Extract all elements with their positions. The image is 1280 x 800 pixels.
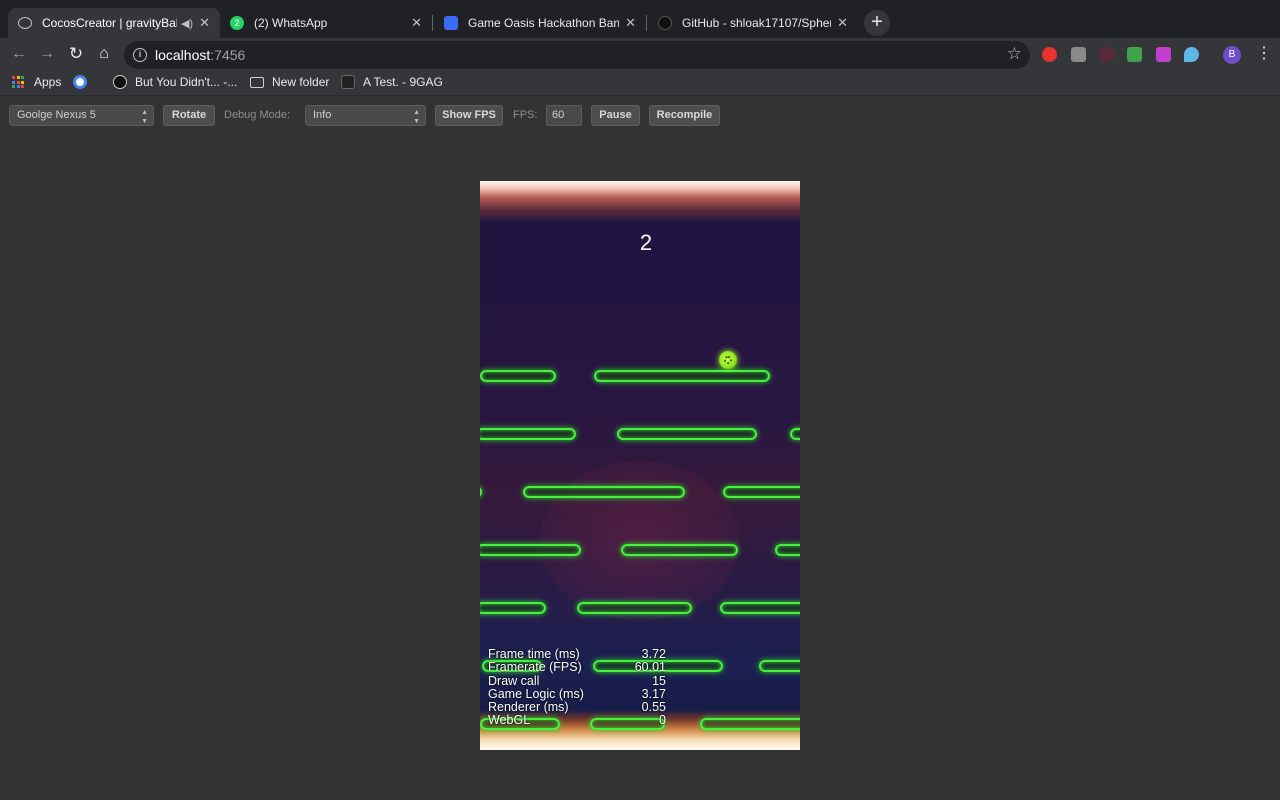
forward-button[interactable]: → <box>37 44 57 64</box>
9gag-icon <box>341 75 355 89</box>
close-icon[interactable]: ✕ <box>625 15 636 31</box>
fps-label: FPS: <box>513 109 538 121</box>
info-icon[interactable]: i <box>133 48 147 62</box>
whatsapp-icon: 2 <box>230 16 244 30</box>
fps-input[interactable]: 60 <box>546 105 582 126</box>
bookmark-google[interactable] <box>73 75 95 89</box>
game-canvas[interactable]: 2 Frame time (ms) 3.72 Framerate (FPS) 60.… <box>480 181 800 750</box>
platform <box>720 602 800 614</box>
tab-title: CocosCreator | gravityBall <box>42 16 177 30</box>
tab-separator <box>646 15 647 31</box>
bookmarks-bar: Apps But You Didn't... -... New folder A… <box>0 70 1280 96</box>
home-button[interactable]: ⌂ <box>94 44 114 64</box>
debug-mode-select[interactable]: Info ▲ ▼ <box>305 105 426 126</box>
back-button[interactable]: ← <box>9 44 29 64</box>
tab-separator <box>432 15 433 31</box>
site-icon <box>113 75 127 89</box>
platform <box>480 428 576 440</box>
extension-k-icon[interactable] <box>1099 47 1114 62</box>
stat-row: WebGL 0 <box>488 713 666 728</box>
rotate-button[interactable]: Rotate <box>163 105 215 126</box>
bookmark-apps[interactable]: Apps <box>12 75 61 89</box>
close-icon[interactable]: ✕ <box>411 15 422 31</box>
platform <box>480 602 546 614</box>
url-text[interactable]: localhost:7456 <box>155 47 245 63</box>
stat-row: Framerate (FPS) 60.01 <box>488 660 666 675</box>
tab-strip: CocosCreator | gravityBall ◀) ✕ 2 (2) Wh… <box>0 0 1280 38</box>
cocos-icon <box>18 17 32 29</box>
close-icon[interactable]: ✕ <box>199 15 210 31</box>
bookmark-but-you-didnt[interactable]: But You Didn't... -... <box>113 75 237 89</box>
debug-stats-panel: Frame time (ms) 3.72 Framerate (FPS) 60.01… <box>488 647 668 728</box>
extension-d-icon[interactable] <box>1156 47 1171 62</box>
bookmark-star-icon[interactable]: ☆ <box>1007 44 1022 64</box>
platform <box>577 602 692 614</box>
tab-title: GitHub - shloak17107/Sphere-l <box>682 16 832 30</box>
bookmark-new-folder[interactable]: New folder <box>250 75 329 89</box>
platform <box>775 544 800 556</box>
bookmark-9gag[interactable]: A Test. - 9GAG <box>341 75 443 89</box>
pause-button[interactable]: Pause <box>591 105 640 126</box>
cocos-preview-toolbar: Goolge Nexus 5 ▲ ▼ Rotate Debug Mode: Inf… <box>0 96 1280 136</box>
tab-title: Game Oasis Hackathon Bangal <box>468 16 620 30</box>
tab-github[interactable]: GitHub - shloak17107/Sphere-l ✕ <box>648 8 858 38</box>
select-arrows-icon: ▲ ▼ <box>141 109 148 125</box>
tab-title: (2) WhatsApp <box>254 16 328 30</box>
player-ball <box>719 351 737 369</box>
github-icon <box>658 16 672 30</box>
platform <box>700 718 800 730</box>
platform <box>480 486 482 498</box>
score-label: 2 <box>639 230 653 255</box>
apps-grid-icon <box>12 76 24 88</box>
google-icon <box>73 75 87 89</box>
platform <box>759 660 800 672</box>
speaker-icon[interactable]: ◀) <box>181 17 193 30</box>
extension-icon[interactable] <box>1071 47 1086 62</box>
stat-row: Draw call 15 <box>488 673 666 688</box>
tab-game-oasis[interactable]: Game Oasis Hackathon Bangal ✕ <box>434 8 646 38</box>
droplet-extension-icon[interactable] <box>1184 47 1199 62</box>
new-tab-button[interactable]: + <box>864 10 890 36</box>
platform <box>621 544 738 556</box>
recompile-button[interactable]: Recompile <box>649 105 720 126</box>
background-glow <box>540 461 740 621</box>
platform <box>594 370 770 382</box>
platform <box>617 428 757 440</box>
platform <box>790 428 800 440</box>
top-fire-hazard <box>480 181 800 223</box>
platform <box>523 486 685 498</box>
platform <box>480 544 581 556</box>
bookmark-blue-icon <box>444 16 458 30</box>
mail-extension-icon[interactable] <box>1127 47 1142 62</box>
adblock-extension-icon[interactable] <box>1042 47 1057 62</box>
show-fps-button[interactable]: Show FPS <box>435 105 503 126</box>
close-icon[interactable]: ✕ <box>837 15 848 31</box>
kebab-menu-icon[interactable]: ⋮ <box>1256 45 1272 63</box>
tab-cocoscreator[interactable]: CocosCreator | gravityBall ◀) ✕ <box>8 8 220 38</box>
folder-icon <box>250 76 264 88</box>
reload-button[interactable]: ↻ <box>66 44 86 64</box>
tab-whatsapp[interactable]: 2 (2) WhatsApp ✕ <box>220 8 432 38</box>
address-bar[interactable]: i localhost:7456 ☆ <box>124 41 1030 69</box>
debug-mode-label: Debug Mode: <box>224 109 291 121</box>
ball-pattern-icon <box>724 356 732 364</box>
device-select[interactable]: Goolge Nexus 5 ▲ ▼ <box>9 105 154 126</box>
profile-avatar[interactable]: B <box>1223 46 1241 64</box>
platform <box>723 486 800 498</box>
platform <box>480 370 556 382</box>
browser-toolbar: ← → ↻ ⌂ i localhost:7456 ☆ B ⋮ <box>0 38 1280 70</box>
select-arrows-icon: ▲ ▼ <box>413 109 420 125</box>
